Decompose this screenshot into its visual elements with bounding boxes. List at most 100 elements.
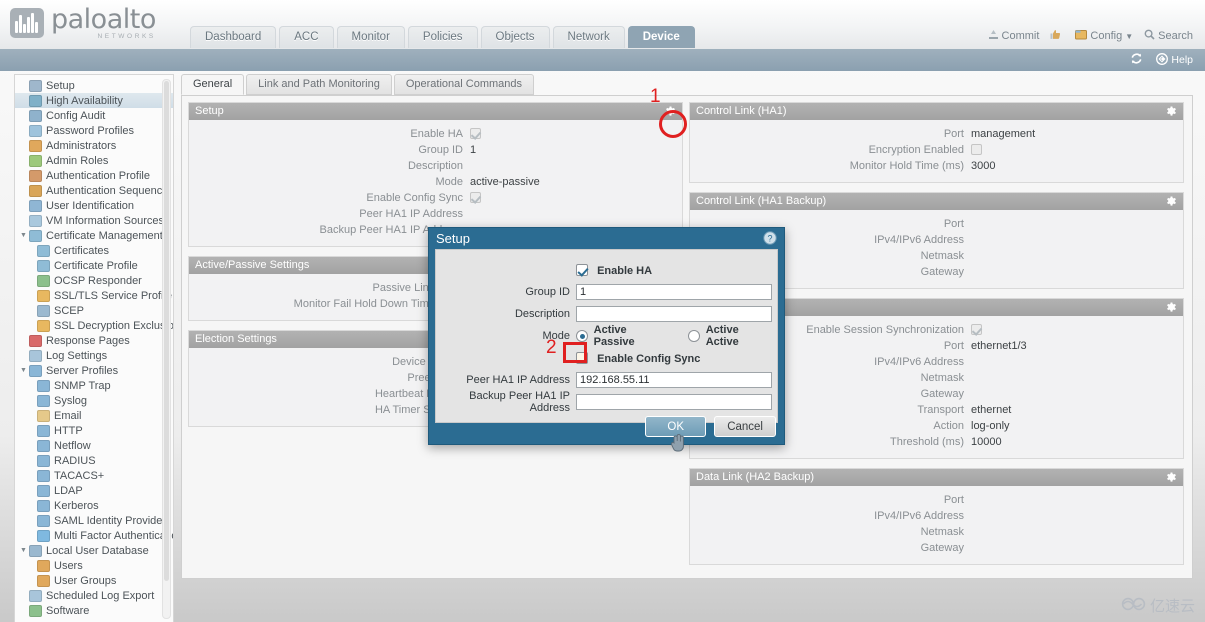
setup-dialog: Setup ? Enable HA Group ID Description (428, 227, 785, 445)
sidebar-item-tacacs-[interactable]: TACACS+ (15, 468, 173, 483)
chevron-down-icon[interactable]: ▼ (20, 367, 29, 374)
nav-tab-device[interactable]: Device (628, 26, 695, 48)
gear-icon[interactable] (1165, 105, 1178, 118)
sidebar-item-label: VM Information Sources (46, 215, 164, 227)
sidebar-item-password-profiles[interactable]: Password Profiles (15, 123, 173, 138)
card-title: Setup (195, 105, 224, 117)
tab-operational-commands[interactable]: Operational Commands (394, 74, 534, 95)
ocsp-responder-icon (37, 275, 50, 287)
sidebar-item-certificates[interactable]: Certificates (15, 243, 173, 258)
subbar-action-help[interactable]: Help (1156, 53, 1193, 68)
nav-tab-acc[interactable]: ACC (279, 26, 333, 48)
sidebar-item-administrators[interactable]: Administrators (15, 138, 173, 153)
dialog-backup-peer-ha1-ip-row: Backup Peer HA1 IP Address (436, 391, 777, 413)
chevron-down-icon[interactable]: ▼ (20, 547, 29, 554)
sidebar-item-server-profiles[interactable]: ▼Server Profiles (15, 363, 173, 378)
tab-general[interactable]: General (181, 74, 244, 95)
high-availability-icon (29, 95, 42, 107)
dialog-peer-ha1-ip-label: Peer HA1 IP Address (436, 374, 576, 386)
field-row: IPv4/IPv6 Address (690, 508, 1183, 524)
sidebar-item-software[interactable]: Software (15, 603, 173, 618)
sidebar-item-kerberos[interactable]: Kerberos (15, 498, 173, 513)
sidebar-item-http[interactable]: HTTP (15, 423, 173, 438)
sidebar-item-label: Authentication Profile (46, 170, 150, 182)
sidebar-item-ssl-tls-service-profile[interactable]: SSL/TLS Service Profile (15, 288, 173, 303)
sidebar-item-ocsp-responder[interactable]: OCSP Responder (15, 273, 173, 288)
sidebar-scrollbar[interactable] (162, 79, 171, 619)
header-action-commit[interactable]: Commit (988, 29, 1040, 43)
dialog-group-id-label: Group ID (436, 286, 576, 298)
chevron-down-icon[interactable]: ▼ (20, 232, 29, 239)
sidebar-item-label: Admin Roles (46, 155, 108, 167)
dialog-body: Enable HA Group ID Description Mode Acti… (435, 249, 778, 423)
dialog-enable-ha-control[interactable]: Enable HA (576, 264, 652, 277)
dialog-mode-active-active-radio[interactable] (688, 330, 700, 342)
sidebar-item-local-user-database[interactable]: ▼Local User Database (15, 543, 173, 558)
tab-link-and-path-monitoring[interactable]: Link and Path Monitoring (246, 74, 392, 95)
gear-icon[interactable] (1165, 301, 1178, 314)
sidebar-item-high-availability[interactable]: High Availability (15, 93, 173, 108)
dialog-enable-ha-row: Enable HA (436, 259, 777, 281)
sidebar-item-certificate-profile[interactable]: Certificate Profile (15, 258, 173, 273)
help-icon (1156, 53, 1168, 68)
cloud-icon (1121, 596, 1147, 616)
sidebar-item-config-audit[interactable]: Config Audit (15, 108, 173, 123)
sidebar-item-saml-identity-provider[interactable]: SAML Identity Provider (15, 513, 173, 528)
sidebar-item-radius[interactable]: RADIUS (15, 453, 173, 468)
dialog-group-id-input[interactable] (576, 284, 772, 300)
header-action-icon-1[interactable] (1050, 29, 1064, 43)
sidebar-scrollbar-thumb[interactable] (164, 81, 169, 581)
sidebar-item-scep[interactable]: SCEP (15, 303, 173, 318)
nav-tab-network[interactable]: Network (553, 26, 625, 48)
sidebar-item-label: SCEP (54, 305, 84, 317)
sidebar-item-ssl-decryption-exclusion[interactable]: SSL Decryption Exclusion (15, 318, 173, 333)
ssl-decryption-exclusion-icon (37, 320, 50, 332)
header-action-search[interactable]: Search (1144, 29, 1193, 43)
dialog-header: Setup ? (429, 228, 784, 249)
gear-icon[interactable] (1165, 195, 1178, 208)
watermark-text: 亿速云 (1150, 595, 1195, 616)
sidebar-item-ldap[interactable]: LDAP (15, 483, 173, 498)
sidebar-item-certificate-management[interactable]: ▼Certificate Management (15, 228, 173, 243)
dialog-enable-config-sync-label: Enable Config Sync (597, 353, 700, 365)
sidebar-item-email[interactable]: Email (15, 408, 173, 423)
sidebar-item-response-pages[interactable]: Response Pages (15, 333, 173, 348)
gear-icon[interactable] (1165, 471, 1178, 484)
header-actions: Commit Config▼ Search (988, 29, 1193, 43)
sidebar-item-vm-information-sources[interactable]: VM Information Sources (15, 213, 173, 228)
nav-tab-objects[interactable]: Objects (481, 26, 550, 48)
dialog-enable-config-sync-control[interactable]: Enable Config Sync (576, 352, 700, 365)
sidebar-item-users[interactable]: Users (15, 558, 173, 573)
sidebar-item-log-settings[interactable]: Log Settings (15, 348, 173, 363)
dialog-peer-ha1-ip-input[interactable] (576, 372, 772, 388)
sidebar-item-snmp-trap[interactable]: SNMP Trap (15, 378, 173, 393)
sidebar-item-netflow[interactable]: Netflow (15, 438, 173, 453)
header-action-config[interactable]: Config▼ (1075, 29, 1133, 43)
subbar-action-icon-0[interactable] (1130, 52, 1146, 68)
sidebar-item-label: Authentication Sequence (46, 185, 168, 197)
nav-tab-dashboard[interactable]: Dashboard (190, 26, 276, 48)
sidebar-item-authentication-profile[interactable]: Authentication Profile (15, 168, 173, 183)
sidebar-item-user-groups[interactable]: User Groups (15, 573, 173, 588)
sidebar-item-setup[interactable]: Setup (15, 78, 173, 93)
sidebar-item-authentication-sequence[interactable]: Authentication Sequence (15, 183, 173, 198)
dialog-backup-peer-ha1-ip-input[interactable] (576, 394, 772, 410)
sidebar-item-admin-roles[interactable]: Admin Roles (15, 153, 173, 168)
help-icon[interactable]: ? (763, 231, 777, 248)
dialog-mode-active-passive-radio[interactable] (576, 330, 588, 342)
sidebar-item-scheduled-log-export[interactable]: Scheduled Log Export (15, 588, 173, 603)
nav-tab-policies[interactable]: Policies (408, 26, 478, 48)
field-value: ethernet1/3 (971, 340, 1027, 352)
config-audit-icon (29, 110, 42, 122)
sidebar-item-label: Syslog (54, 395, 87, 407)
sidebar-item-label: Software (46, 605, 89, 617)
dialog-enable-ha-checkbox[interactable] (576, 264, 588, 276)
sidebar-item-user-identification[interactable]: User Identification (15, 198, 173, 213)
dialog-description-input[interactable] (576, 306, 772, 322)
sidebar-nav[interactable]: SetupHigh AvailabilityConfig AuditPasswo… (14, 74, 174, 622)
nav-tab-monitor[interactable]: Monitor (337, 26, 405, 48)
sidebar-item-multi-factor-authentication[interactable]: Multi Factor Authentication (15, 528, 173, 543)
field-label: Netmask (690, 526, 971, 538)
sidebar-item-syslog[interactable]: Syslog (15, 393, 173, 408)
cancel-button[interactable]: Cancel (714, 416, 776, 437)
